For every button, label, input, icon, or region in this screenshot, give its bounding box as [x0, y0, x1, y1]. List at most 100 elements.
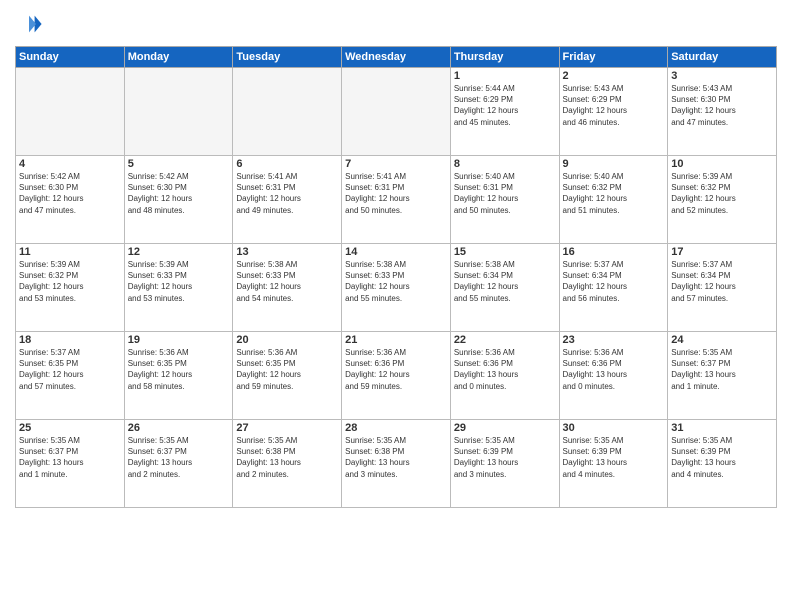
- day-number: 17: [671, 246, 773, 258]
- day-info: Sunrise: 5:43 AM Sunset: 6:30 PM Dayligh…: [671, 83, 773, 128]
- day-info: Sunrise: 5:35 AM Sunset: 6:39 PM Dayligh…: [563, 435, 665, 480]
- day-info: Sunrise: 5:38 AM Sunset: 6:33 PM Dayligh…: [345, 259, 447, 304]
- day-number: 5: [128, 158, 230, 170]
- calendar-cell: 11Sunrise: 5:39 AM Sunset: 6:32 PM Dayli…: [16, 244, 125, 332]
- day-number: 28: [345, 422, 447, 434]
- day-number: 30: [563, 422, 665, 434]
- day-number: 25: [19, 422, 121, 434]
- day-number: 23: [563, 334, 665, 346]
- day-number: 31: [671, 422, 773, 434]
- day-info: Sunrise: 5:35 AM Sunset: 6:37 PM Dayligh…: [128, 435, 230, 480]
- day-number: 9: [563, 158, 665, 170]
- calendar-cell: 4Sunrise: 5:42 AM Sunset: 6:30 PM Daylig…: [16, 156, 125, 244]
- calendar-cell: 23Sunrise: 5:36 AM Sunset: 6:36 PM Dayli…: [559, 332, 668, 420]
- day-info: Sunrise: 5:35 AM Sunset: 6:38 PM Dayligh…: [345, 435, 447, 480]
- day-number: 4: [19, 158, 121, 170]
- day-info: Sunrise: 5:36 AM Sunset: 6:36 PM Dayligh…: [345, 347, 447, 392]
- weekday-header-thursday: Thursday: [450, 47, 559, 68]
- week-row-4: 18Sunrise: 5:37 AM Sunset: 6:35 PM Dayli…: [16, 332, 777, 420]
- day-info: Sunrise: 5:36 AM Sunset: 6:35 PM Dayligh…: [128, 347, 230, 392]
- calendar-cell: 17Sunrise: 5:37 AM Sunset: 6:34 PM Dayli…: [668, 244, 777, 332]
- day-number: 22: [454, 334, 556, 346]
- calendar-cell: 24Sunrise: 5:35 AM Sunset: 6:37 PM Dayli…: [668, 332, 777, 420]
- week-row-3: 11Sunrise: 5:39 AM Sunset: 6:32 PM Dayli…: [16, 244, 777, 332]
- day-number: 7: [345, 158, 447, 170]
- day-number: 1: [454, 70, 556, 82]
- calendar-cell: [124, 68, 233, 156]
- day-number: 29: [454, 422, 556, 434]
- day-number: 3: [671, 70, 773, 82]
- day-number: 16: [563, 246, 665, 258]
- weekday-header-tuesday: Tuesday: [233, 47, 342, 68]
- day-info: Sunrise: 5:37 AM Sunset: 6:34 PM Dayligh…: [671, 259, 773, 304]
- calendar-cell: 1Sunrise: 5:44 AM Sunset: 6:29 PM Daylig…: [450, 68, 559, 156]
- day-number: 24: [671, 334, 773, 346]
- day-info: Sunrise: 5:41 AM Sunset: 6:31 PM Dayligh…: [236, 171, 338, 216]
- week-row-2: 4 Sunrise: 5:42 AM Sunset: 6:30 PM Daylig…: [16, 156, 777, 244]
- page: SundayMondayTuesdayWednesdayThursdayFrid…: [0, 0, 792, 612]
- calendar-cell: 19Sunrise: 5:36 AM Sunset: 6:35 PM Dayli…: [124, 332, 233, 420]
- calendar-cell: [233, 68, 342, 156]
- day-info: Sunrise: 5:36 AM Sunset: 6:35 PM Dayligh…: [236, 347, 338, 392]
- weekday-header-friday: Friday: [559, 47, 668, 68]
- calendar-cell: [16, 68, 125, 156]
- day-info: Sunrise: 5:35 AM Sunset: 6:39 PM Dayligh…: [671, 435, 773, 480]
- calendar: SundayMondayTuesdayWednesdayThursdayFrid…: [15, 46, 777, 508]
- week-row-1: 1Sunrise: 5:44 AM Sunset: 6:29 PM Daylig…: [16, 68, 777, 156]
- day-info: Sunrise: 5:38 AM Sunset: 6:34 PM Dayligh…: [454, 259, 556, 304]
- calendar-cell: 12Sunrise: 5:39 AM Sunset: 6:33 PM Dayli…: [124, 244, 233, 332]
- day-info: Sunrise: 5:36 AM Sunset: 6:36 PM Dayligh…: [563, 347, 665, 392]
- weekday-header-wednesday: Wednesday: [342, 47, 451, 68]
- day-number: 26: [128, 422, 230, 434]
- calendar-cell: 22Sunrise: 5:36 AM Sunset: 6:36 PM Dayli…: [450, 332, 559, 420]
- header: [15, 10, 777, 38]
- day-info: Sunrise: 5:35 AM Sunset: 6:37 PM Dayligh…: [19, 435, 121, 480]
- calendar-cell: 31Sunrise: 5:35 AM Sunset: 6:39 PM Dayli…: [668, 420, 777, 508]
- day-number: 10: [671, 158, 773, 170]
- calendar-cell: 27Sunrise: 5:35 AM Sunset: 6:38 PM Dayli…: [233, 420, 342, 508]
- day-number: 13: [236, 246, 338, 258]
- calendar-cell: 20Sunrise: 5:36 AM Sunset: 6:35 PM Dayli…: [233, 332, 342, 420]
- day-number: 11: [19, 246, 121, 258]
- calendar-cell: 13Sunrise: 5:38 AM Sunset: 6:33 PM Dayli…: [233, 244, 342, 332]
- calendar-cell: 14Sunrise: 5:38 AM Sunset: 6:33 PM Dayli…: [342, 244, 451, 332]
- day-info: Sunrise: 5:35 AM Sunset: 6:37 PM Dayligh…: [671, 347, 773, 392]
- day-info: Sunrise: 5:39 AM Sunset: 6:32 PM Dayligh…: [19, 259, 121, 304]
- day-info: Sunrise: 5:40 AM Sunset: 6:31 PM Dayligh…: [454, 171, 556, 216]
- day-number: 15: [454, 246, 556, 258]
- day-info: Sunrise: 5:35 AM Sunset: 6:38 PM Dayligh…: [236, 435, 338, 480]
- calendar-cell: 28Sunrise: 5:35 AM Sunset: 6:38 PM Dayli…: [342, 420, 451, 508]
- day-info: Sunrise: 5:44 AM Sunset: 6:29 PM Dayligh…: [454, 83, 556, 128]
- calendar-cell: 9Sunrise: 5:40 AM Sunset: 6:32 PM Daylig…: [559, 156, 668, 244]
- calendar-cell: 10Sunrise: 5:39 AM Sunset: 6:32 PM Dayli…: [668, 156, 777, 244]
- day-info: Sunrise: 5:36 AM Sunset: 6:36 PM Dayligh…: [454, 347, 556, 392]
- weekday-header-saturday: Saturday: [668, 47, 777, 68]
- calendar-cell: [342, 68, 451, 156]
- day-info: Sunrise: 5:39 AM Sunset: 6:32 PM Dayligh…: [671, 171, 773, 216]
- logo-icon: [15, 10, 43, 38]
- calendar-cell: 7Sunrise: 5:41 AM Sunset: 6:31 PM Daylig…: [342, 156, 451, 244]
- day-info: Sunrise: 5:37 AM Sunset: 6:34 PM Dayligh…: [563, 259, 665, 304]
- day-info: Sunrise: 5:43 AM Sunset: 6:29 PM Dayligh…: [563, 83, 665, 128]
- calendar-cell: 21Sunrise: 5:36 AM Sunset: 6:36 PM Dayli…: [342, 332, 451, 420]
- day-info: Sunrise: 5:37 AM Sunset: 6:35 PM Dayligh…: [19, 347, 121, 392]
- day-info: Sunrise: 5:42 AM Sunset: 6:30 PM Dayligh…: [128, 171, 230, 216]
- calendar-cell: 30Sunrise: 5:35 AM Sunset: 6:39 PM Dayli…: [559, 420, 668, 508]
- day-info: Sunrise: 5:39 AM Sunset: 6:33 PM Dayligh…: [128, 259, 230, 304]
- day-number: 21: [345, 334, 447, 346]
- day-number: 14: [345, 246, 447, 258]
- weekday-header-row: SundayMondayTuesdayWednesdayThursdayFrid…: [16, 47, 777, 68]
- calendar-cell: 29Sunrise: 5:35 AM Sunset: 6:39 PM Dayli…: [450, 420, 559, 508]
- day-info: Sunrise: 5:35 AM Sunset: 6:39 PM Dayligh…: [454, 435, 556, 480]
- day-info: Sunrise: 5:38 AM Sunset: 6:33 PM Dayligh…: [236, 259, 338, 304]
- calendar-cell: 25Sunrise: 5:35 AM Sunset: 6:37 PM Dayli…: [16, 420, 125, 508]
- day-number: 27: [236, 422, 338, 434]
- day-number: 12: [128, 246, 230, 258]
- calendar-cell: 18Sunrise: 5:37 AM Sunset: 6:35 PM Dayli…: [16, 332, 125, 420]
- calendar-cell: 15Sunrise: 5:38 AM Sunset: 6:34 PM Dayli…: [450, 244, 559, 332]
- calendar-cell: 6Sunrise: 5:41 AM Sunset: 6:31 PM Daylig…: [233, 156, 342, 244]
- logo: [15, 10, 47, 38]
- calendar-cell: 26Sunrise: 5:35 AM Sunset: 6:37 PM Dayli…: [124, 420, 233, 508]
- calendar-cell: 8Sunrise: 5:40 AM Sunset: 6:31 PM Daylig…: [450, 156, 559, 244]
- day-info: Sunrise: 5:40 AM Sunset: 6:32 PM Dayligh…: [563, 171, 665, 216]
